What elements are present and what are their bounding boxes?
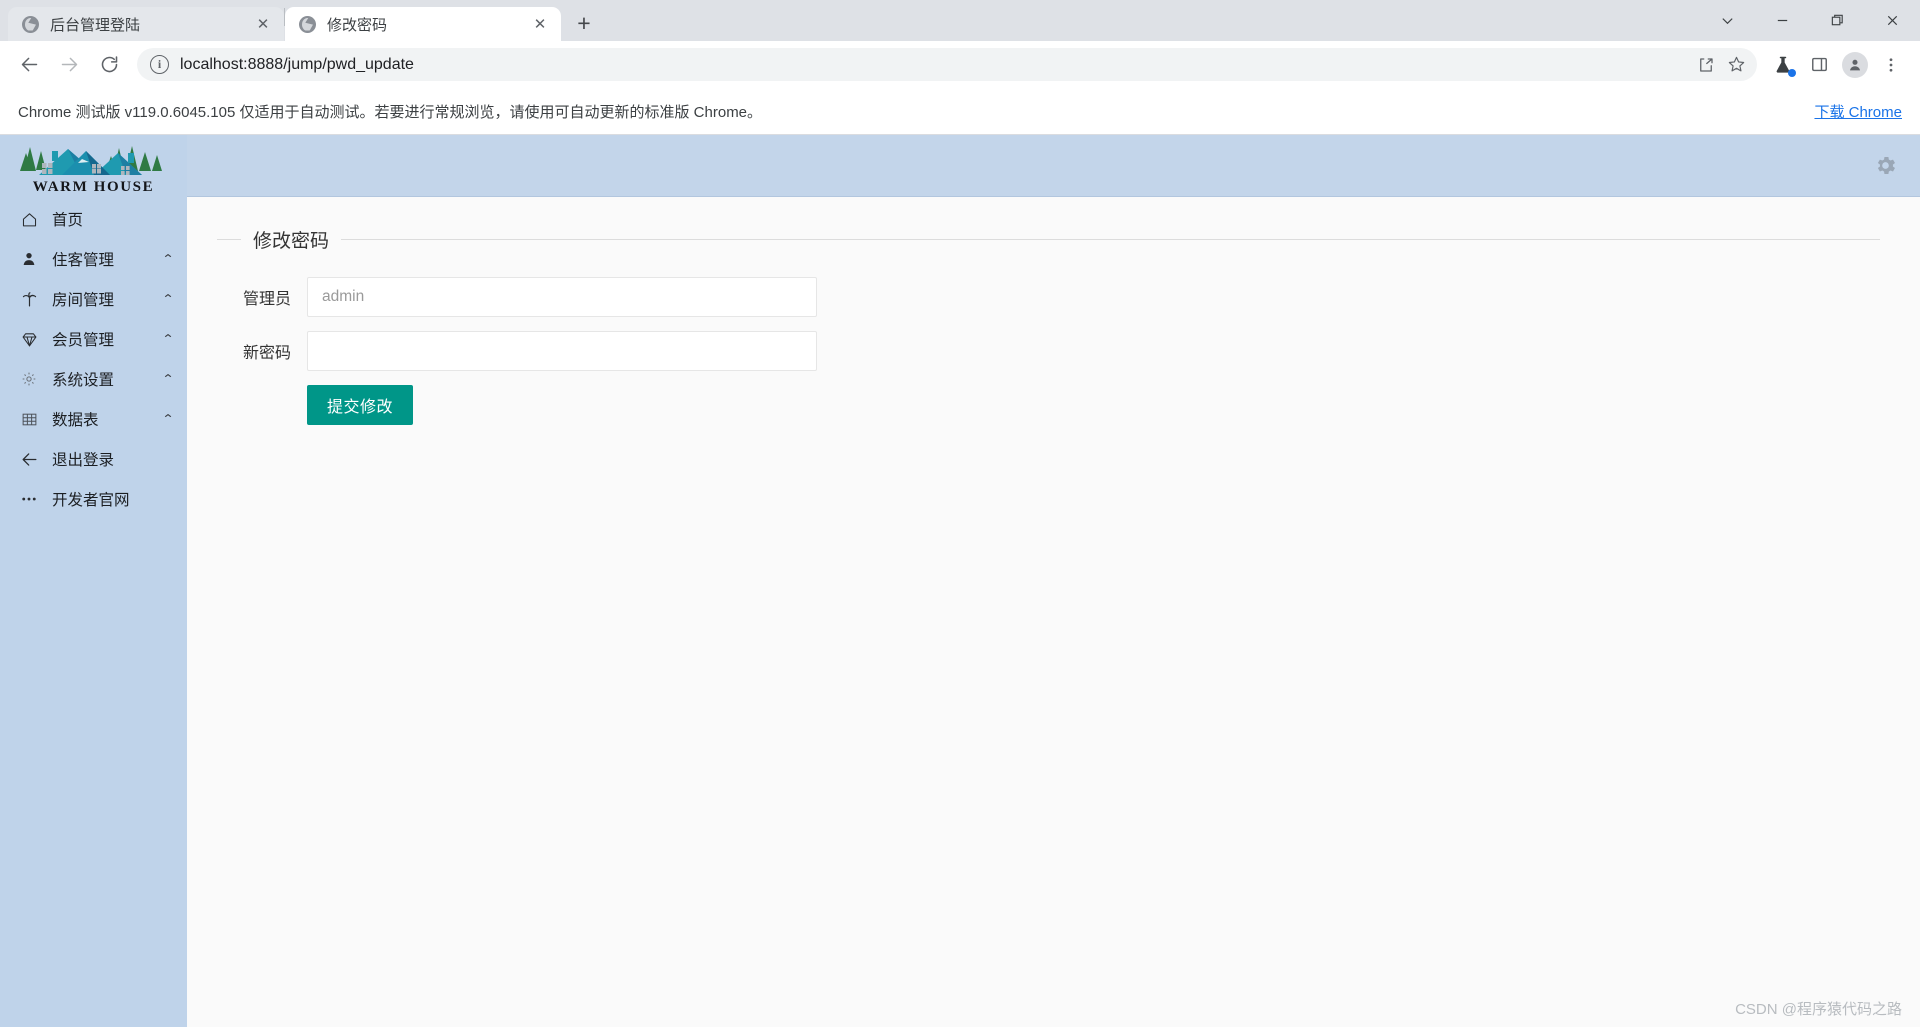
avatar — [1842, 51, 1868, 78]
sidebar-item-system-settings[interactable]: 系统设置 ⌃ — [0, 359, 187, 399]
tab-1[interactable]: 修改密码 ✕ — [285, 7, 561, 41]
globe-icon — [299, 15, 316, 33]
page-viewport: WARM HOUSE 首页 住客管理 ⌃ 房间管理 ⌃ 会员管理 ⌃ 系统设置 … — [0, 135, 1920, 1027]
reload-button[interactable] — [91, 47, 127, 83]
submit-button[interactable]: 提交修改 — [307, 385, 414, 425]
sidebar-item-home[interactable]: 首页 — [0, 199, 187, 239]
app-topbar — [187, 135, 1920, 197]
card-legend: 修改密码 — [217, 223, 1880, 255]
new-password-field-label: 新密码 — [242, 345, 291, 362]
minimize-icon[interactable] — [1755, 0, 1810, 41]
gear-icon[interactable] — [1873, 153, 1898, 178]
chevron-up-icon: ⌃ — [161, 372, 175, 386]
home-icon — [18, 211, 40, 228]
page-title: 修改密码 — [253, 230, 330, 252]
sidebar-item-label: 房间管理 — [52, 292, 115, 309]
legend-rule-left — [217, 238, 241, 240]
window-controls — [1700, 0, 1920, 41]
browser-window: 后台管理登陆 ✕ 修改密码 ✕ + i localhost:8888/jump/… — [0, 0, 1920, 1027]
content-panel: 修改密码 管理员 新密码 — [187, 197, 1920, 1027]
form-row-submit: 提交修改 — [217, 385, 1880, 425]
ellipsis-icon — [18, 490, 40, 508]
sidebar-menu: 首页 住客管理 ⌃ 房间管理 ⌃ 会员管理 ⌃ 系统设置 ⌃ 数据表 ⌃ 退出登… — [0, 199, 187, 519]
user-icon — [18, 251, 40, 267]
sidebar-item-label: 住客管理 — [52, 252, 115, 269]
form-row-admin: 管理员 — [217, 277, 1880, 317]
new-tab-button[interactable]: + — [567, 6, 601, 40]
sidebar-item-label: 会员管理 — [52, 332, 115, 349]
share-icon[interactable] — [1691, 50, 1721, 80]
tab-search-chevron-down-icon[interactable] — [1700, 0, 1755, 41]
admin-input[interactable] — [307, 277, 817, 317]
app-content: 修改密码 管理员 新密码 — [187, 135, 1920, 1027]
sidebar-item-label: 开发者官网 — [52, 492, 130, 509]
star-icon[interactable] — [1721, 50, 1751, 80]
globe-icon — [22, 15, 39, 33]
sidebar-item-label: 数据表 — [52, 412, 99, 429]
sidebar-item-label: 首页 — [52, 212, 84, 229]
tab-title: 修改密码 — [327, 16, 388, 34]
tab-0[interactable]: 后台管理登陆 ✕ — [8, 7, 284, 41]
admin-field-label: 管理员 — [242, 291, 291, 308]
tab-strip: 后台管理登陆 ✕ 修改密码 ✕ + — [0, 0, 1920, 41]
url-text: localhost:8888/jump/pwd_update — [180, 55, 414, 73]
palm-tree-icon — [18, 291, 40, 308]
lab-flask-icon[interactable] — [1765, 47, 1801, 83]
browser-toolbar: i localhost:8888/jump/pwd_update — [0, 41, 1920, 88]
chevron-up-icon: ⌃ — [161, 412, 175, 426]
legend-rule-right — [341, 238, 1880, 240]
sidebar-item-data-table[interactable]: 数据表 ⌃ — [0, 399, 187, 439]
chevron-up-icon: ⌃ — [161, 332, 175, 346]
csdn-watermark: CSDN @程序猿代码之路 — [1735, 1001, 1902, 1018]
flask-badge-dot — [1788, 68, 1796, 77]
close-icon[interactable] — [1865, 0, 1920, 41]
back-button[interactable] — [11, 47, 47, 83]
sidebar-item-member-management[interactable]: 会员管理 ⌃ — [0, 319, 187, 359]
address-bar[interactable]: i localhost:8888/jump/pwd_update — [137, 48, 1757, 81]
side-panel-icon[interactable] — [1801, 47, 1837, 83]
chevron-up-icon: ⌃ — [161, 292, 175, 306]
more-menu-icon[interactable] — [1873, 47, 1909, 83]
chrome-beta-infobar: Chrome 测试版 v119.0.6045.105 仅适用于自动测试。若要进行… — [0, 88, 1920, 135]
restore-icon[interactable] — [1810, 0, 1865, 41]
warm-house-logo-graphic — [20, 146, 162, 175]
diamond-icon — [18, 331, 40, 348]
change-password-form: 管理员 新密码 提交修改 — [217, 255, 1880, 425]
close-icon[interactable]: ✕ — [252, 13, 274, 35]
infobar-message: Chrome 测试版 v119.0.6045.105 仅适用于自动测试。若要进行… — [18, 103, 763, 121]
app-logo: WARM HOUSE — [0, 137, 187, 199]
forward-button[interactable] — [51, 47, 87, 83]
sidebar-item-logout[interactable]: 退出登录 — [0, 439, 187, 479]
table-icon — [18, 411, 40, 428]
logo-wordmark: WARM HOUSE — [32, 179, 155, 195]
info-icon[interactable]: i — [150, 55, 169, 74]
chevron-up-icon: ⌃ — [161, 252, 175, 266]
change-password-card: 修改密码 管理员 新密码 — [217, 223, 1880, 439]
tab-title: 后台管理登陆 — [50, 16, 141, 34]
download-chrome-link[interactable]: 下载 Chrome — [1814, 101, 1902, 122]
form-row-new-password: 新密码 — [217, 331, 1880, 371]
sidebar-item-room-management[interactable]: 房间管理 ⌃ — [0, 279, 187, 319]
app-sidebar: WARM HOUSE 首页 住客管理 ⌃ 房间管理 ⌃ 会员管理 ⌃ 系统设置 … — [0, 135, 187, 1027]
profile-avatar-icon[interactable] — [1837, 47, 1873, 83]
close-icon[interactable]: ✕ — [529, 13, 551, 35]
new-password-input[interactable] — [307, 331, 817, 371]
sidebar-item-label: 退出登录 — [52, 452, 115, 469]
gear-icon — [18, 371, 40, 387]
sidebar-item-developer-site[interactable]: 开发者官网 — [0, 479, 187, 519]
sidebar-item-guest-management[interactable]: 住客管理 ⌃ — [0, 239, 187, 279]
logout-arrow-icon — [18, 450, 40, 469]
sidebar-item-label: 系统设置 — [52, 372, 115, 389]
